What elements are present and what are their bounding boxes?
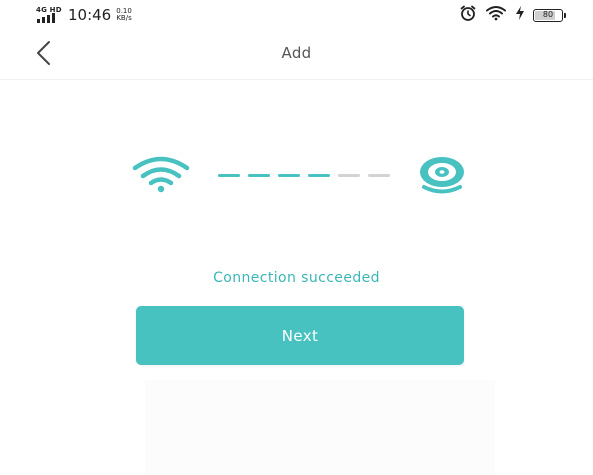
signal-bars <box>37 13 55 23</box>
progress-dash-active <box>248 174 270 177</box>
network-speed-unit: KB/s <box>116 14 132 22</box>
charging-icon <box>515 5 525 25</box>
battery-icon: 80 <box>533 8 566 22</box>
alarm-clock-icon <box>459 4 477 26</box>
wifi-status-icon <box>485 5 507 25</box>
background-panel <box>145 380 495 475</box>
progress-dash-active <box>308 174 330 177</box>
connection-progress <box>218 174 390 177</box>
battery-level: 80 <box>542 9 554 19</box>
camera-icon <box>416 155 468 199</box>
progress-dash-active <box>218 174 240 177</box>
connection-illustration <box>130 150 470 200</box>
next-button[interactable]: Next <box>136 306 464 365</box>
progress-dash-active <box>278 174 300 177</box>
network-speed: 0.10 KB/s <box>116 8 132 22</box>
status-bar-right: 80 <box>459 4 566 26</box>
next-button-label: Next <box>281 326 319 345</box>
status-time: 10:46 <box>68 6 112 24</box>
progress-dash-inactive <box>338 174 360 177</box>
progress-dash-inactive <box>368 174 390 177</box>
status-bar-left: 4G HD 10:46 0.10 KB/s <box>36 6 132 24</box>
add-device-screen: 4G HD 10:46 0.10 KB/s 80 Add Connection … <box>0 0 593 475</box>
wifi-icon <box>130 156 192 198</box>
title-bar: Add <box>0 30 593 80</box>
cellular-signal-icon: 4G HD <box>36 6 62 24</box>
connection-status-message: Connection succeeded <box>213 270 380 286</box>
status-bar: 4G HD 10:46 0.10 KB/s 80 <box>0 0 593 30</box>
page-title: Add <box>281 44 312 62</box>
